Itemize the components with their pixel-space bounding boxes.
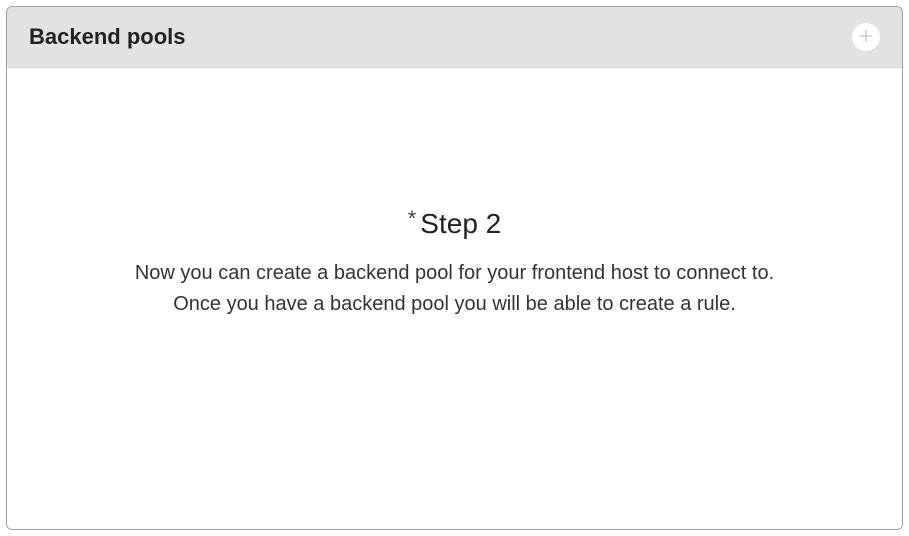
- panel-header: Backend pools: [7, 7, 902, 68]
- step-description: Now you can create a backend pool for yo…: [135, 258, 774, 320]
- add-backend-pool-button[interactable]: [852, 23, 880, 51]
- required-asterisk: *: [408, 206, 417, 231]
- step-heading: *Step 2: [408, 208, 502, 240]
- plus-icon: [857, 27, 875, 48]
- backend-pools-panel: Backend pools *Step 2 Now you can create…: [6, 6, 903, 530]
- panel-title: Backend pools: [29, 24, 185, 50]
- step-description-line1: Now you can create a backend pool for yo…: [135, 262, 774, 284]
- panel-body: *Step 2 Now you can create a backend poo…: [7, 68, 902, 529]
- step-description-line2: Once you have a backend pool you will be…: [173, 293, 736, 315]
- step-title-text: Step 2: [420, 208, 501, 239]
